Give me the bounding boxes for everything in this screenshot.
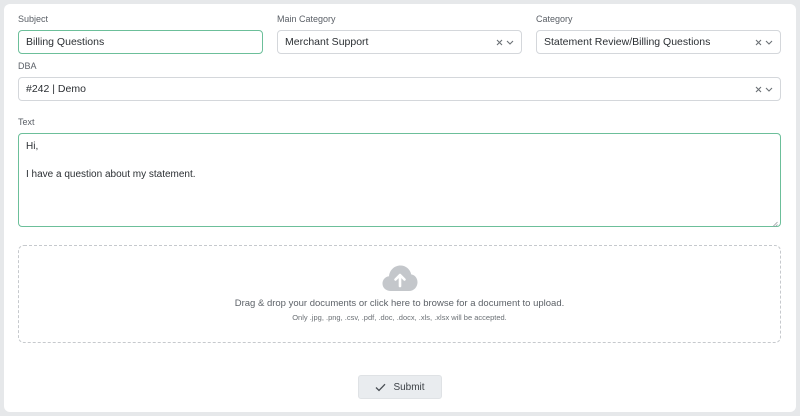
chevron-down-icon[interactable] <box>765 84 773 94</box>
message-textarea[interactable]: Hi, I have a question about my statement… <box>18 133 781 227</box>
dropzone-instructions: Drag & drop your documents or click here… <box>234 298 565 309</box>
resize-handle-icon[interactable] <box>772 218 778 227</box>
submit-button[interactable]: Submit <box>358 375 442 399</box>
category-label: Category <box>536 14 573 24</box>
check-icon <box>375 383 386 392</box>
close-icon[interactable] <box>495 37 503 47</box>
dba-value: #242 | Demo <box>26 83 86 95</box>
message-line <box>26 154 773 168</box>
main-category-controls <box>495 37 521 47</box>
main-category-select[interactable]: Merchant Support <box>277 30 522 54</box>
category-select[interactable]: Statement Review/Billing Questions <box>536 30 781 54</box>
subject-label: Subject <box>18 14 49 24</box>
cloud-upload-icon <box>382 264 418 292</box>
close-icon[interactable] <box>754 37 762 47</box>
category-controls <box>754 37 780 47</box>
dropzone-file-types: Only .jpg, .png, .csv, .pdf, .doc, .docx… <box>292 313 507 322</box>
main-category-label: Main Category <box>277 14 336 24</box>
dba-controls <box>754 84 780 94</box>
file-dropzone[interactable]: Drag & drop your documents or click here… <box>18 245 781 343</box>
chevron-down-icon[interactable] <box>506 37 514 47</box>
category-value: Statement Review/Billing Questions <box>544 36 711 48</box>
close-icon[interactable] <box>754 84 762 94</box>
dba-select[interactable]: #242 | Demo <box>18 77 781 101</box>
text-label: Text <box>18 117 35 127</box>
main-category-value: Merchant Support <box>285 36 369 48</box>
subject-field[interactable] <box>18 30 263 54</box>
chevron-down-icon[interactable] <box>765 37 773 47</box>
message-line: Hi, <box>26 141 39 152</box>
dba-label: DBA <box>18 61 37 71</box>
ticket-form-card: Subject Main Category Merchant Support C… <box>4 4 796 412</box>
submit-label: Submit <box>393 381 425 393</box>
message-line: I have a question about my statement. <box>26 169 196 180</box>
subject-input[interactable] <box>26 36 262 48</box>
